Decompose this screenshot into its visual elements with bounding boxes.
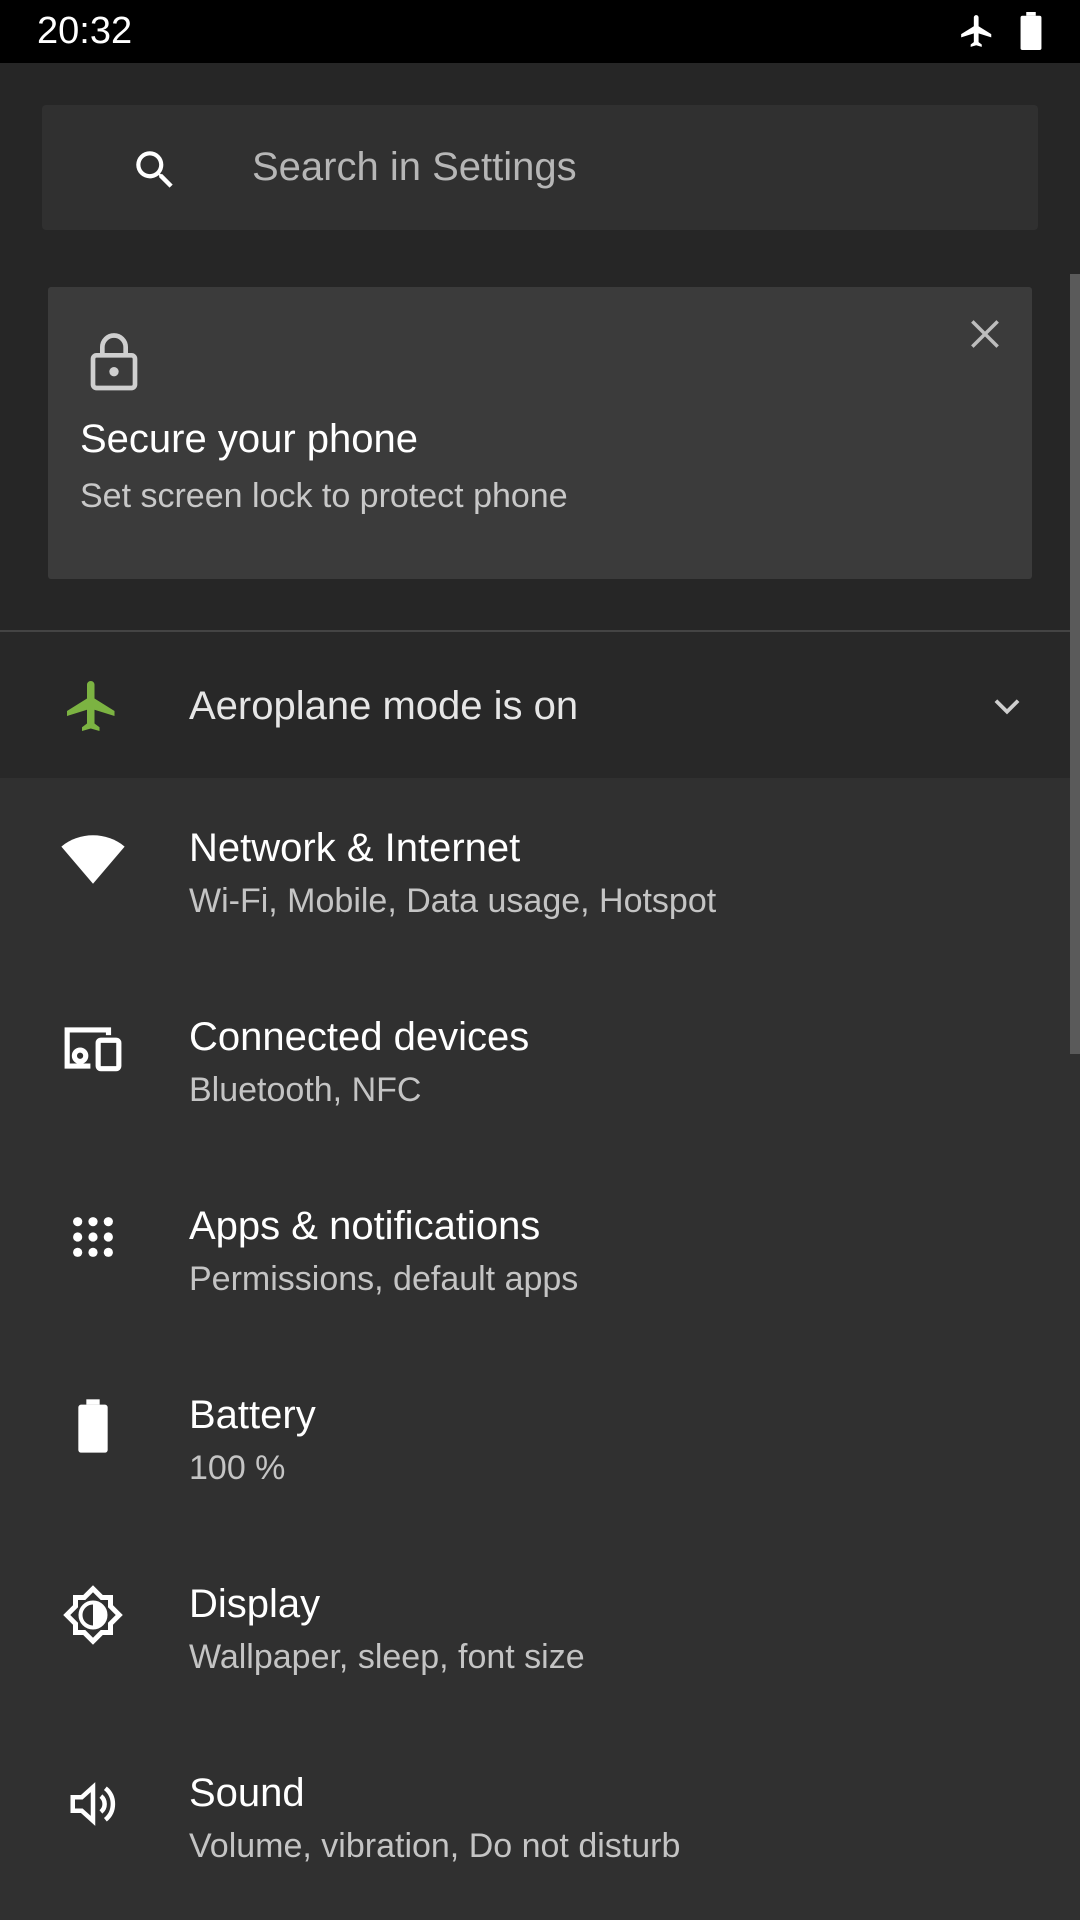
setting-subtitle: Volume, vibration, Do not disturb <box>189 1827 681 1865</box>
setting-title: Network & Internet <box>189 826 521 870</box>
brightness-icon <box>60 1582 126 1648</box>
battery-icon <box>1018 12 1044 55</box>
setting-connected-devices[interactable]: Connected devices Bluetooth, NFC <box>0 967 1080 1156</box>
condition-text: Aeroplane mode is on <box>189 684 579 728</box>
search-bar[interactable]: Search in Settings <box>42 105 1038 230</box>
chevron-down-icon[interactable] <box>988 688 1026 726</box>
setting-subtitle: Permissions, default apps <box>189 1260 579 1298</box>
setting-network-internet[interactable]: Network & Internet Wi-Fi, Mobile, Data u… <box>0 778 1080 967</box>
setting-title: Connected devices <box>189 1015 530 1059</box>
setting-title: Battery <box>189 1393 316 1437</box>
lock-icon <box>86 329 142 391</box>
search-input[interactable]: Search in Settings <box>252 145 577 190</box>
scrollbar[interactable] <box>1070 274 1080 1054</box>
status-time: 20:32 <box>37 10 133 52</box>
apps-grid-icon <box>60 1204 126 1270</box>
devices-icon <box>60 1015 126 1081</box>
setting-subtitle: 100 % <box>189 1449 286 1487</box>
setting-sound[interactable]: Sound Volume, vibration, Do not disturb <box>0 1723 1080 1912</box>
suggestion-title: Secure your phone <box>80 417 419 461</box>
wifi-icon <box>60 826 126 892</box>
search-icon <box>130 145 180 195</box>
setting-subtitle: Wi-Fi, Mobile, Data usage, Hotspot <box>189 882 717 920</box>
close-icon[interactable] <box>966 315 1004 353</box>
setting-apps-notifications[interactable]: Apps & notifications Permissions, defaul… <box>0 1156 1080 1345</box>
airplane-mode-condition[interactable]: Aeroplane mode is on <box>0 632 1080 778</box>
setting-title: Apps & notifications <box>189 1204 541 1248</box>
setting-title: Display <box>189 1582 321 1626</box>
airplane-icon <box>958 12 996 55</box>
status-icons <box>958 12 1044 55</box>
status-bar: 20:32 <box>0 0 1080 63</box>
battery-icon <box>60 1393 126 1459</box>
airplane-icon <box>62 676 122 736</box>
settings-list: Network & Internet Wi-Fi, Mobile, Data u… <box>0 778 1080 1912</box>
volume-icon <box>60 1771 126 1837</box>
setting-subtitle: Wallpaper, sleep, font size <box>189 1638 585 1676</box>
setting-battery[interactable]: Battery 100 % <box>0 1345 1080 1534</box>
setting-subtitle: Bluetooth, NFC <box>189 1071 422 1109</box>
setting-display[interactable]: Display Wallpaper, sleep, font size <box>0 1534 1080 1723</box>
setting-title: Sound <box>189 1771 305 1815</box>
suggestion-subtitle: Set screen lock to protect phone <box>80 477 568 515</box>
suggestion-card[interactable]: Secure your phone Set screen lock to pro… <box>48 287 1032 579</box>
